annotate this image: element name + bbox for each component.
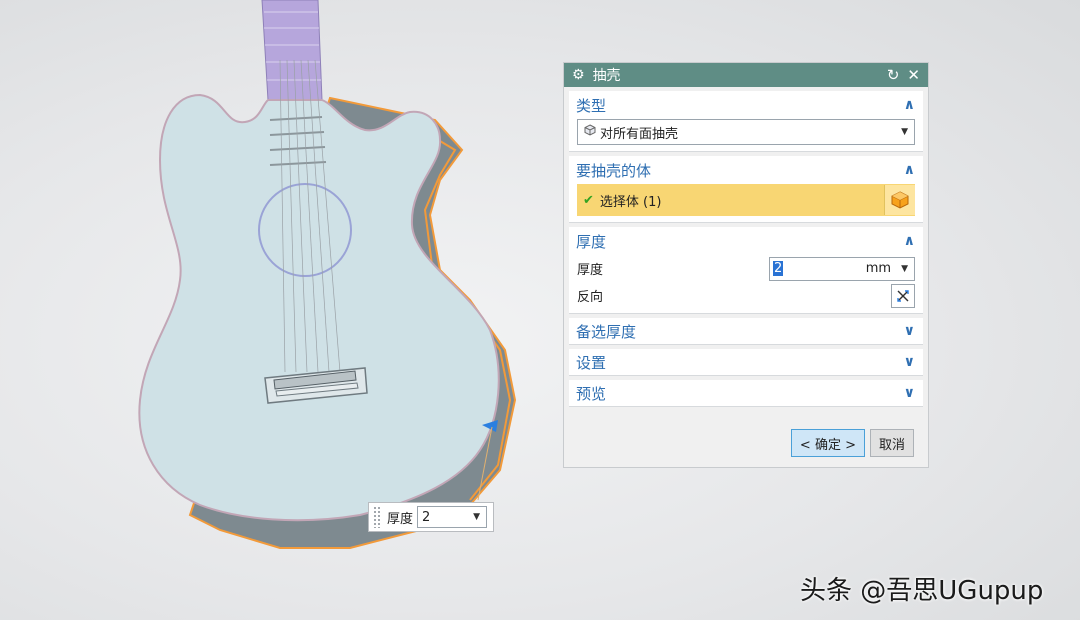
cancel-button[interactable]: 取消	[869, 429, 914, 457]
select-body-row[interactable]: ✔ 选择体 (1)	[577, 184, 915, 216]
alt-thickness-label: 备选厚度	[576, 322, 637, 341]
settings-section: 设置 ∨	[569, 349, 923, 376]
type-section: 类型 ∧ 对所有面抽壳 ▼	[569, 91, 923, 152]
chevron-up-icon[interactable]: ∧	[904, 97, 915, 113]
fretboard	[261, 0, 323, 101]
shell-dialog: ⚙ 抽壳 ↻ ✕ 类型 ∧ 对所有面抽壳 ▼ 要抽壳的体 ∧ ✔ 选择体 (1)…	[563, 62, 929, 468]
reverse-direction-icon[interactable]	[891, 283, 915, 308]
watermark-text: 头条 @吾思UGupup	[800, 576, 1044, 606]
chevron-down-icon[interactable]: ∨	[904, 323, 915, 339]
preview-header[interactable]: 预览 ∨	[569, 380, 923, 406]
dropdown-caret-icon[interactable]: ▼	[473, 512, 480, 522]
dialog-titlebar[interactable]: ⚙ 抽壳 ↻ ✕	[564, 63, 928, 87]
body-section-header[interactable]: 要抽壳的体 ∧	[569, 156, 923, 184]
alt-thickness-section: 备选厚度 ∨	[569, 318, 923, 345]
onscreen-thickness-input[interactable]: 厚度 2 ▼	[368, 502, 494, 532]
shell-type-icon	[584, 124, 596, 140]
dropdown-caret-icon[interactable]: ▼	[901, 127, 908, 137]
thickness-field-label: 厚度	[577, 263, 604, 278]
chevron-up-icon[interactable]: ∧	[904, 233, 915, 249]
reset-icon[interactable]: ↻	[887, 67, 900, 83]
alt-thickness-header[interactable]: 备选厚度 ∨	[569, 318, 923, 344]
preview-label: 预览	[576, 384, 607, 403]
thickness-section-label: 厚度	[576, 232, 607, 251]
gear-icon: ⚙	[572, 67, 585, 83]
body-section-label: 要抽壳的体	[576, 161, 652, 180]
reverse-direction-label: 反向	[577, 290, 604, 305]
preview-section: 预览 ∨	[569, 380, 923, 407]
dropdown-caret-icon[interactable]: ▼	[901, 264, 908, 274]
settings-header[interactable]: 设置 ∨	[569, 349, 923, 375]
body-section: 要抽壳的体 ∧ ✔ 选择体 (1)	[569, 156, 923, 223]
type-section-header[interactable]: 类型 ∧	[569, 91, 923, 119]
shell-type-value: 对所有面抽壳	[600, 126, 679, 142]
dialog-title: 抽壳	[592, 68, 621, 84]
drag-grip[interactable]	[373, 506, 381, 528]
thickness-value[interactable]: 2	[773, 261, 784, 276]
solid-body-icon[interactable]	[884, 185, 915, 215]
type-section-label: 类型	[576, 96, 607, 115]
checkmark-icon: ✔	[583, 192, 594, 208]
ok-button[interactable]: < 确定 >	[790, 429, 865, 457]
onscreen-thickness-combo[interactable]: 2 ▼	[417, 506, 488, 528]
chevron-down-icon[interactable]: ∨	[904, 385, 915, 401]
onscreen-thickness-label: 厚度	[387, 511, 414, 527]
close-icon[interactable]: ✕	[907, 67, 920, 83]
select-body-label: 选择体 (1)	[599, 194, 662, 210]
thickness-unit[interactable]: mm	[866, 261, 891, 276]
thickness-section-header[interactable]: 厚度 ∧	[569, 227, 923, 255]
chevron-down-icon[interactable]: ∨	[904, 354, 915, 370]
dialog-footer: < 确定 > 取消	[564, 429, 928, 457]
settings-label: 设置	[576, 353, 607, 372]
shell-type-select[interactable]: 对所有面抽壳 ▼	[577, 119, 915, 145]
chevron-up-icon[interactable]: ∧	[904, 162, 915, 178]
onscreen-thickness-value[interactable]: 2	[422, 510, 430, 525]
thickness-section: 厚度 ∧ 厚度 2 mm ▼ 反向	[569, 227, 923, 314]
thickness-input[interactable]: 2 mm ▼	[769, 256, 915, 281]
